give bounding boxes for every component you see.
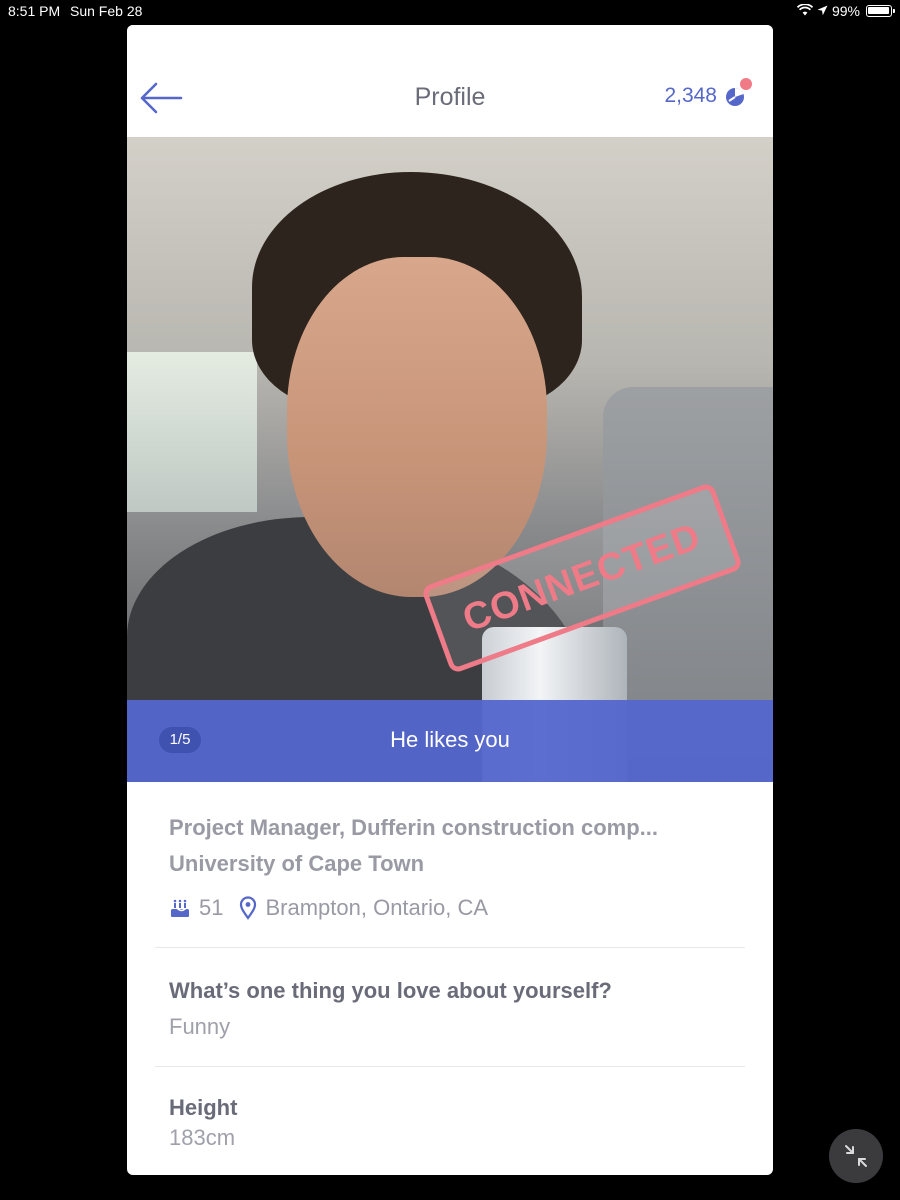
- location: Brampton, Ontario, CA: [265, 895, 489, 920]
- collapse-button[interactable]: [829, 1129, 883, 1183]
- question: What’s one thing you love about yourself…: [169, 978, 612, 1003]
- profile-card: Profile 2,348 CONNECTED 1/5 He likes you…: [127, 25, 773, 1175]
- profile-info: Project Manager, Dufferin construction c…: [155, 782, 745, 1151]
- profile-meta: 51 Brampton, Ontario, CA: [169, 895, 745, 921]
- status-date: Sun Feb 28: [70, 3, 143, 19]
- answer: 183cm: [169, 1125, 236, 1150]
- answer: Funny: [169, 1014, 231, 1039]
- location-arrow-icon: [817, 3, 828, 19]
- question-answer: Height 183cm: [169, 1095, 745, 1151]
- birthday-cake-icon: [169, 897, 191, 919]
- profile-photo[interactable]: CONNECTED: [127, 137, 773, 782]
- school: University of Cape Town: [169, 851, 425, 876]
- divider: [155, 1066, 745, 1067]
- question-answer: What’s one thing you love about yourself…: [169, 978, 745, 1040]
- status-right: 99%: [796, 3, 895, 19]
- divider: [155, 947, 745, 948]
- likes-banner: 1/5 He likes you: [127, 700, 773, 782]
- battery-icon: [866, 5, 895, 17]
- status-time: 8:51 PM: [8, 3, 61, 19]
- coin-balance-button[interactable]: 2,348: [664, 78, 752, 109]
- notification-dot: [740, 78, 752, 90]
- header: Profile 2,348: [127, 25, 773, 137]
- status-bar: 8:51 PM Sun Feb 28 99%: [0, 0, 900, 24]
- battery-fill: [868, 7, 889, 14]
- pie-coin-icon: [723, 78, 752, 109]
- likes-text: He likes you: [390, 727, 510, 752]
- battery-percent: 99%: [831, 3, 860, 19]
- collapse-arrows-icon: [845, 1145, 867, 1167]
- age: 51: [199, 895, 224, 920]
- location-pin-icon: [239, 896, 257, 920]
- question: Height: [169, 1095, 238, 1120]
- wifi-icon: [796, 3, 814, 19]
- coin-balance: 2,348: [664, 84, 717, 107]
- job-title: Project Manager, Dufferin construction c…: [169, 815, 658, 840]
